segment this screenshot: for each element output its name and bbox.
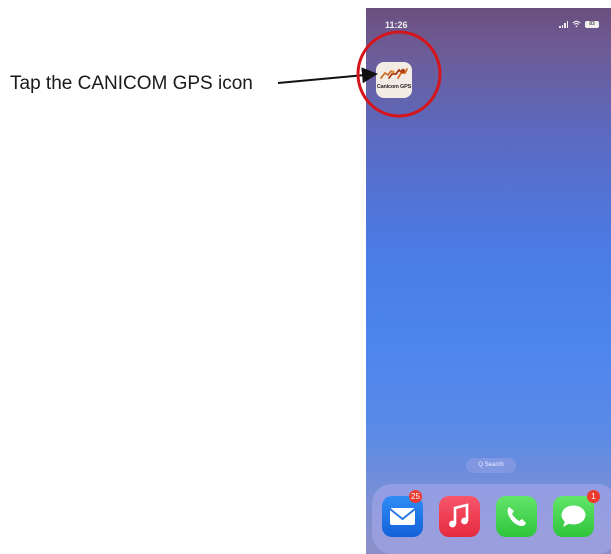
status-time: 11:26 — [385, 20, 408, 30]
home-search-button[interactable]: Q Search — [466, 458, 516, 473]
annotation-arrow — [277, 67, 378, 84]
music-app-icon[interactable] — [439, 496, 480, 537]
messages-badge: 1 — [587, 490, 600, 503]
messages-app-icon[interactable]: 1 — [553, 490, 600, 537]
phone-home-screen: 11:26 83 Canicom GPS Q Search 25 1 — [366, 8, 611, 554]
battery-icon: 83 — [585, 20, 599, 28]
status-bar: 11:26 83 — [366, 8, 611, 38]
dock: 25 1 — [372, 484, 611, 554]
phone-app-icon[interactable] — [496, 496, 537, 537]
phone-icon — [507, 507, 526, 526]
signal-icon — [559, 20, 568, 28]
mail-app-icon[interactable]: 25 — [382, 490, 423, 537]
app-icon-label: Canicom GPS — [376, 84, 412, 90]
mail-badge: 25 — [409, 490, 422, 503]
wifi-icon — [572, 20, 581, 28]
canicom-logo-art — [380, 68, 408, 79]
instruction-text: Tap the CANICOM GPS icon — [10, 73, 253, 94]
status-icons: 83 — [559, 20, 599, 28]
music-icon — [449, 503, 469, 528]
messages-icon — [561, 505, 586, 527]
canicom-gps-app-icon[interactable]: Canicom GPS — [376, 62, 412, 98]
